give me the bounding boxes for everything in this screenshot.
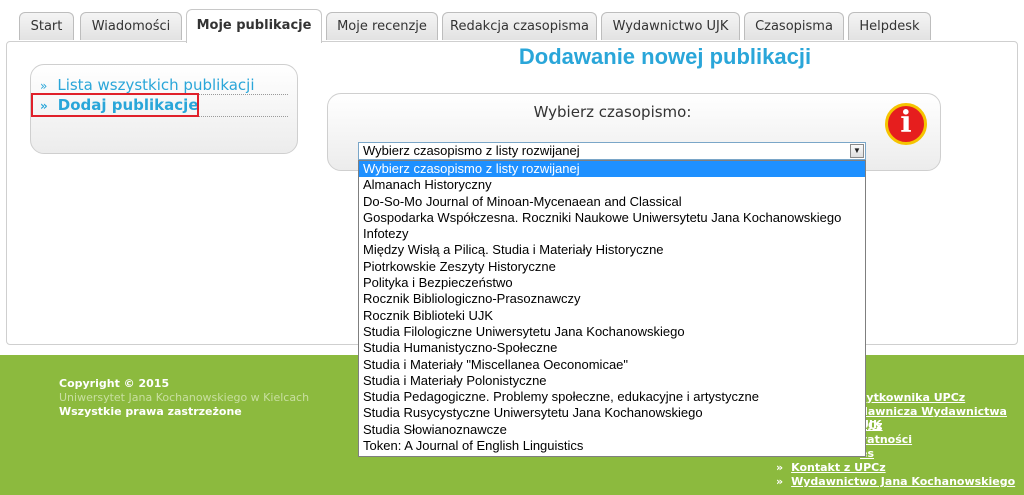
journal-select[interactable]: Wybierz czasopismo z listy rozwijanej ▼ xyxy=(358,142,866,160)
footer-link-wydawnictwo[interactable]: » Wydawnictwo Jana Kochanowskiego xyxy=(776,475,1015,488)
arrow-icon: » xyxy=(40,79,48,93)
dropdown-option[interactable]: Studia Humanistyczno-Społeczne xyxy=(359,340,865,356)
tab-wydawnictwo-ujk[interactable]: Wydawnictwo UJK xyxy=(601,12,740,40)
dropdown-option[interactable]: Polityka i Bezpieczeństwo xyxy=(359,275,865,291)
dropdown-option[interactable]: Studia Rusycystyczne Uniwersytetu Jana K… xyxy=(359,405,865,421)
dropdown-option[interactable]: Infotezy xyxy=(359,226,865,242)
chevron-down-icon[interactable]: ▼ xyxy=(850,144,864,158)
journal-select-value: Wybierz czasopismo z listy rozwijanej xyxy=(363,143,580,158)
sidebar-item-label: Lista wszystkich publikacji xyxy=(57,76,255,94)
dropdown-option[interactable]: Do-So-Mo Journal of Minoan-Mycenaean and… xyxy=(359,194,865,210)
dropdown-option[interactable]: Między Wisłą a Pilicą. Studia i Materiał… xyxy=(359,242,865,258)
tab-moje-publikacje[interactable]: Moje publikacje xyxy=(186,9,322,43)
info-icon[interactable]: i xyxy=(885,103,927,145)
dropdown-option[interactable]: Almanach Historyczny xyxy=(359,177,865,193)
dropdown-option[interactable]: Gospodarka Współczesna. Roczniki Naukowe… xyxy=(359,210,865,226)
highlight-box xyxy=(31,93,199,117)
footer-university: Uniwersytet Jana Kochanowskiego w Kielca… xyxy=(59,391,310,404)
dropdown-option[interactable]: Studia i Materiały "Miscellanea Oeconomi… xyxy=(359,357,865,373)
tab-moje-recenzje[interactable]: Moje recenzje xyxy=(326,12,438,40)
dropdown-option[interactable]: Token: A Journal of English Linguistics xyxy=(359,438,865,454)
footer-link-label: Wydawnictwo Jana Kochanowskiego xyxy=(791,475,1016,488)
tab-redakcja-czasopisma[interactable]: Redakcja czasopisma xyxy=(442,12,597,40)
footer-copyright: Copyright © 2015 xyxy=(59,377,170,390)
dropdown-option[interactable]: Rocznik Biblioteki UJK xyxy=(359,308,865,324)
footer-link-label: Kontakt z UPCz xyxy=(791,461,886,474)
journal-select-label: Wybierz czasopismo: xyxy=(533,103,692,121)
arrow-icon: » xyxy=(776,475,784,488)
journal-dropdown-list: Wybierz czasopismo z listy rozwijanej Al… xyxy=(358,160,866,457)
dropdown-option[interactable]: Piotrkowskie Zeszyty Historyczne xyxy=(359,259,865,275)
tab-wiadomosci[interactable]: Wiadomości xyxy=(80,12,182,40)
sidebar-item-lista-publikacji[interactable]: » Lista wszystkich publikacji xyxy=(40,76,255,94)
dropdown-option[interactable]: Studia Słowianoznawcze xyxy=(359,422,865,438)
footer-link[interactable]: vatności xyxy=(860,433,912,446)
dropdown-option[interactable]: Studia Filologiczne Uniwersytetu Jana Ko… xyxy=(359,324,865,340)
tab-czasopisma[interactable]: Czasopisma xyxy=(744,12,844,40)
dropdown-option[interactable]: Rocznik Bibliologiczno-Prasoznawczy xyxy=(359,291,865,307)
dropdown-option[interactable]: Wybierz czasopismo z listy rozwijanej xyxy=(359,161,865,178)
footer-link-kontakt[interactable]: » Kontakt z UPCz xyxy=(776,461,886,474)
footer-link[interactable]: dawnicza Wydawnictwa UJK xyxy=(860,405,1024,431)
page-title: Dodawanie nowej publikacji xyxy=(518,44,812,69)
dropdown-option[interactable]: Studia i Materiały Polonistyczne xyxy=(359,373,865,389)
footer-link[interactable]: żytkownika UPCz xyxy=(860,391,965,404)
arrow-icon: » xyxy=(776,461,784,474)
tab-bar: Start Wiadomości Moje publikacje Moje re… xyxy=(0,0,1024,43)
footer-rights: Wszystkie prawa zastrzeżone xyxy=(59,405,242,418)
tab-helpdesk[interactable]: Helpdesk xyxy=(848,12,931,40)
tab-start[interactable]: Start xyxy=(19,12,74,40)
dropdown-option[interactable]: Studia Pedagogiczne. Problemy społeczne,… xyxy=(359,389,865,405)
